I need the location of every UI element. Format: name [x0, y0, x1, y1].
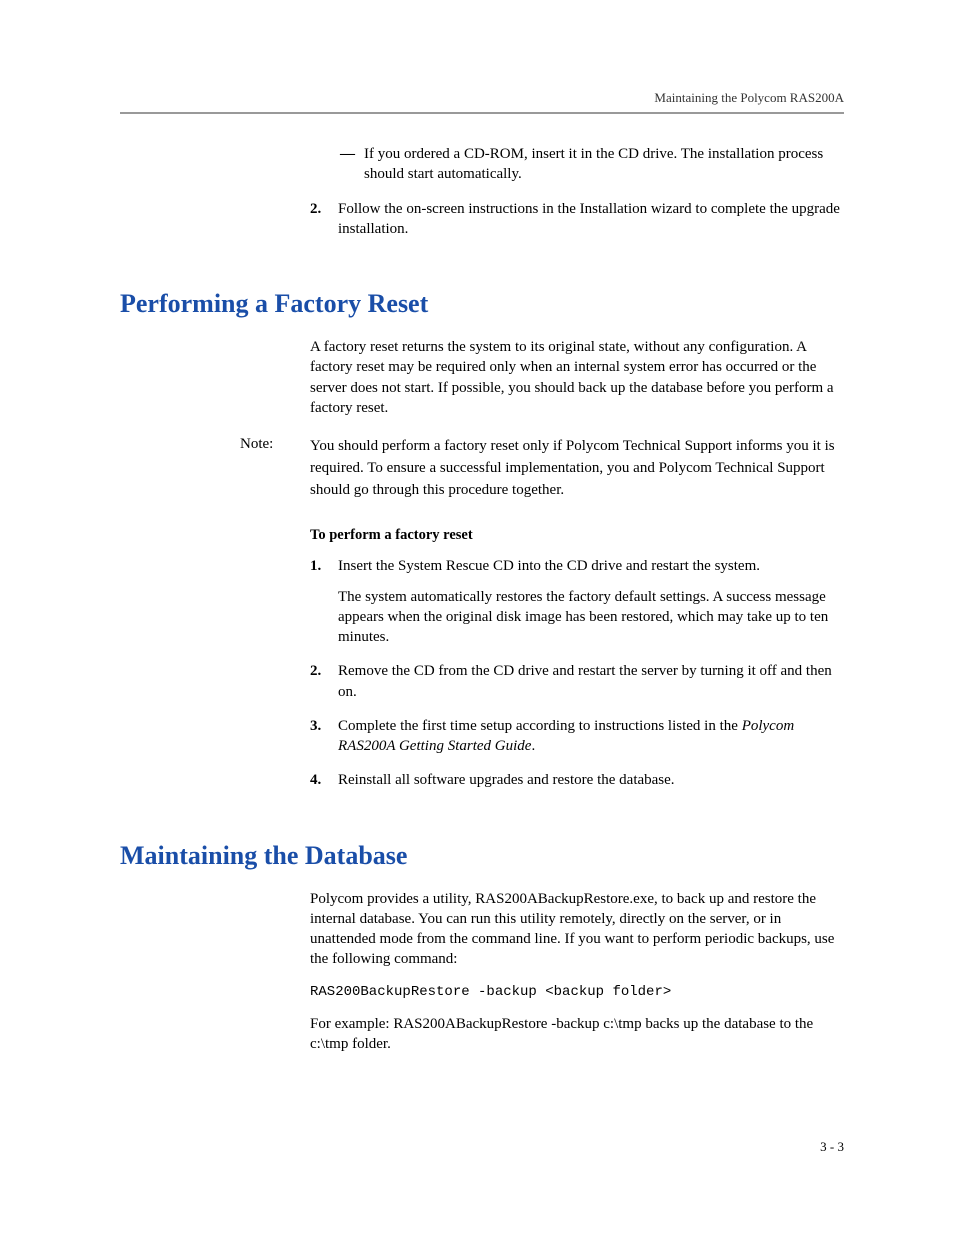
heading-factory-reset: Performing a Factory Reset — [120, 289, 844, 319]
reset-intro-block: A factory reset returns the system to it… — [310, 337, 844, 418]
step-text: Follow the on-screen instructions in the… — [338, 201, 840, 237]
step-number: 3. — [310, 716, 321, 736]
reset-step-4: 4. Reinstall all software upgrades and r… — [310, 770, 844, 790]
header-rule — [120, 112, 844, 114]
step-text: Reinstall all software upgrades and rest… — [338, 772, 675, 788]
step-number: 1. — [310, 556, 321, 576]
top-continuation-block: — If you ordered a CD-ROM, insert it in … — [310, 144, 844, 239]
step-2-upgrade: 2. Follow the on-screen instructions in … — [310, 199, 844, 240]
sub-bullet-cdrom: — If you ordered a CD-ROM, insert it in … — [340, 144, 844, 185]
note-body: You should perform a factory reset only … — [310, 436, 844, 501]
step-number: 4. — [310, 770, 321, 790]
note-label: Note: — [240, 436, 310, 501]
step-number: 2. — [310, 661, 321, 681]
step-text-b: . — [531, 738, 535, 754]
db-block: Polycom provides a utility, RAS200ABacku… — [310, 889, 844, 1055]
sub-bullet-text: If you ordered a CD-ROM, insert it in th… — [364, 146, 823, 182]
page-number: 3 - 3 — [820, 1139, 844, 1155]
page: Maintaining the Polycom RAS200A — If you… — [0, 0, 954, 1235]
db-example-para: For example: RAS200ABackupRestore -backu… — [310, 1014, 844, 1055]
heading-database: Maintaining the Database — [120, 841, 844, 871]
db-command-line: RAS200BackupRestore -backup <backup fold… — [310, 984, 844, 1000]
dash-icon: — — [340, 144, 355, 164]
reset-procedure-block: To perform a factory reset 1. Insert the… — [310, 527, 844, 790]
step-number: 2. — [310, 199, 321, 219]
step-text-a: Complete the first time setup according … — [338, 718, 742, 734]
step-text: Remove the CD from the CD drive and rest… — [338, 663, 832, 699]
db-intro-para: Polycom provides a utility, RAS200ABacku… — [310, 889, 844, 970]
reset-intro-para: A factory reset returns the system to it… — [310, 337, 844, 418]
running-head: Maintaining the Polycom RAS200A — [120, 90, 844, 106]
reset-step-2: 2. Remove the CD from the CD drive and r… — [310, 661, 844, 702]
note-block: Note: You should perform a factory reset… — [240, 436, 844, 501]
step-1-followup: The system automatically restores the fa… — [338, 587, 844, 648]
reset-step-1: 1. Insert the System Rescue CD into the … — [310, 556, 844, 647]
reset-step-3: 3. Complete the first time setup accordi… — [310, 716, 844, 757]
step-text: Insert the System Rescue CD into the CD … — [338, 558, 760, 574]
procedure-heading: To perform a factory reset — [310, 527, 844, 544]
